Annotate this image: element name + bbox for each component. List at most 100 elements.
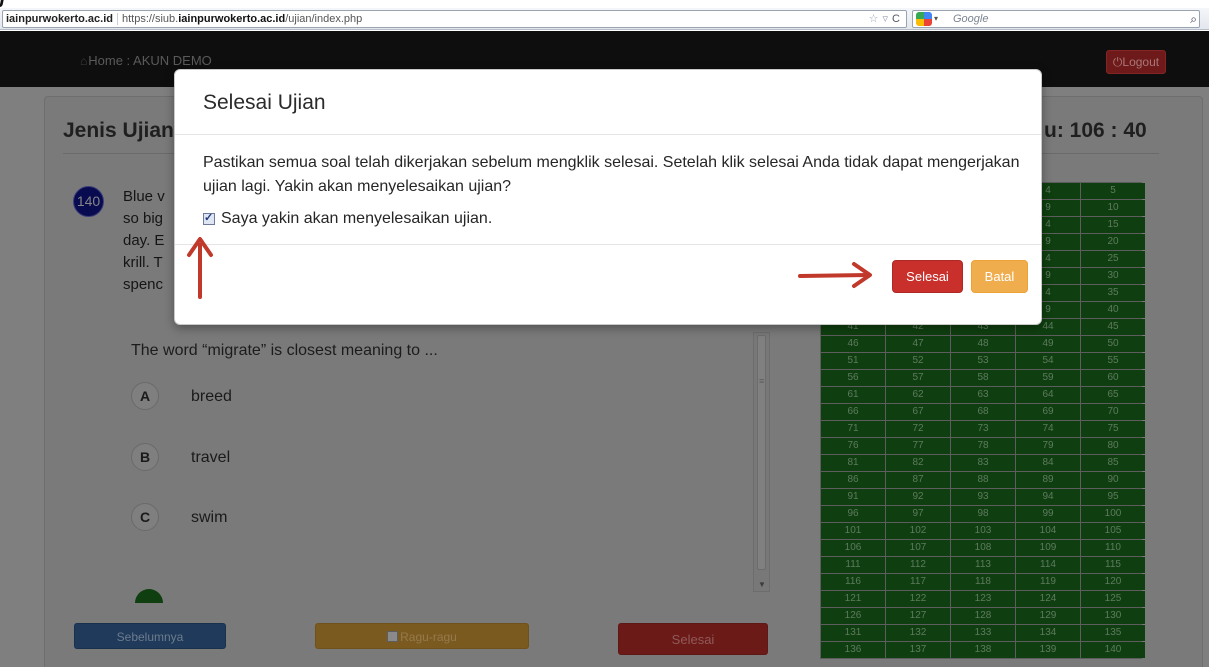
- question-number-cell[interactable]: 138: [951, 642, 1015, 658]
- option-letter[interactable]: A: [131, 382, 159, 410]
- question-number-cell[interactable]: 78: [951, 438, 1015, 454]
- reload-icon[interactable]: C: [892, 13, 900, 25]
- search-icon[interactable]: ⌕: [1190, 11, 1197, 27]
- question-number-cell[interactable]: 135: [1081, 625, 1145, 641]
- question-number-cell[interactable]: 117: [886, 574, 950, 590]
- confirm-row[interactable]: Saya yakin akan menyelesaikan ujian.: [203, 210, 492, 228]
- option-text[interactable]: breed: [191, 388, 232, 406]
- question-number-cell[interactable]: 115: [1081, 557, 1145, 573]
- finish-exam-button[interactable]: Selesai: [618, 623, 768, 655]
- question-number-cell[interactable]: 77: [886, 438, 950, 454]
- question-number-cell[interactable]: 132: [886, 625, 950, 641]
- question-number-cell[interactable]: 92: [886, 489, 950, 505]
- star-icon[interactable]: ☆: [869, 13, 879, 25]
- question-number-cell[interactable]: 57: [886, 370, 950, 386]
- question-number-cell[interactable]: 107: [886, 540, 950, 556]
- question-number-cell[interactable]: 80: [1081, 438, 1145, 454]
- question-number-cell[interactable]: 58: [951, 370, 1015, 386]
- question-number-cell[interactable]: 140: [1081, 642, 1145, 658]
- question-number-cell[interactable]: 62: [886, 387, 950, 403]
- question-number-cell[interactable]: 15: [1081, 217, 1145, 233]
- question-number-cell[interactable]: 118: [951, 574, 1015, 590]
- doubt-button[interactable]: Ragu-ragu: [315, 623, 529, 649]
- confirm-checkbox[interactable]: [203, 211, 215, 225]
- question-number-cell[interactable]: 60: [1081, 370, 1145, 386]
- question-number-cell[interactable]: 133: [951, 625, 1015, 641]
- previous-button[interactable]: Sebelumnya: [74, 623, 226, 649]
- question-number-cell[interactable]: 121: [821, 591, 885, 607]
- question-number-cell[interactable]: 52: [886, 353, 950, 369]
- url-field[interactable]: iainpurwokerto.ac.id https://siub.iainpur…: [2, 10, 907, 28]
- question-number-cell[interactable]: 114: [1016, 557, 1080, 573]
- dropdown-icon[interactable]: ▿: [883, 13, 889, 25]
- option-text[interactable]: travel: [191, 449, 230, 467]
- question-number-cell[interactable]: 40: [1081, 302, 1145, 318]
- question-number-cell[interactable]: 110: [1081, 540, 1145, 556]
- question-number-cell[interactable]: 65: [1081, 387, 1145, 403]
- question-number-cell[interactable]: 71: [821, 421, 885, 437]
- question-number-cell[interactable]: 137: [886, 642, 950, 658]
- question-number-cell[interactable]: 46: [821, 336, 885, 352]
- question-number-cell[interactable]: 45: [1081, 319, 1145, 335]
- question-number-cell[interactable]: 79: [1016, 438, 1080, 454]
- doubt-checkbox[interactable]: [387, 631, 399, 642]
- option-letter[interactable]: B: [131, 443, 159, 471]
- modal-cancel-button[interactable]: Batal: [971, 260, 1028, 293]
- logout-button[interactable]: ⏻Logout: [1106, 50, 1166, 74]
- question-number-cell[interactable]: 103: [951, 523, 1015, 539]
- question-number-cell[interactable]: 30: [1081, 268, 1145, 284]
- question-number-cell[interactable]: 54: [1016, 353, 1080, 369]
- question-number-cell[interactable]: 94: [1016, 489, 1080, 505]
- question-number-cell[interactable]: 48: [951, 336, 1015, 352]
- question-number-cell[interactable]: 124: [1016, 591, 1080, 607]
- question-number-cell[interactable]: 120: [1081, 574, 1145, 590]
- question-number-cell[interactable]: 105: [1081, 523, 1145, 539]
- question-number-cell[interactable]: 88: [951, 472, 1015, 488]
- question-number-cell[interactable]: 96: [821, 506, 885, 522]
- question-number-cell[interactable]: 72: [886, 421, 950, 437]
- question-number-cell[interactable]: 66: [821, 404, 885, 420]
- option-d-partial[interactable]: [135, 589, 163, 603]
- question-number-cell[interactable]: 91: [821, 489, 885, 505]
- question-number-cell[interactable]: 55: [1081, 353, 1145, 369]
- question-number-cell[interactable]: 116: [821, 574, 885, 590]
- question-number-cell[interactable]: 89: [1016, 472, 1080, 488]
- question-number-cell[interactable]: 5: [1081, 183, 1145, 199]
- question-number-cell[interactable]: 99: [1016, 506, 1080, 522]
- question-number-cell[interactable]: 70: [1081, 404, 1145, 420]
- question-number-cell[interactable]: 84: [1016, 455, 1080, 471]
- question-number-cell[interactable]: 131: [821, 625, 885, 641]
- option-letter[interactable]: C: [131, 503, 159, 531]
- question-number-cell[interactable]: 85: [1081, 455, 1145, 471]
- question-number-cell[interactable]: 108: [951, 540, 1015, 556]
- question-number-cell[interactable]: 68: [951, 404, 1015, 420]
- confirm-label[interactable]: Saya yakin akan menyelesaikan ujian.: [221, 210, 492, 228]
- question-number-cell[interactable]: 75: [1081, 421, 1145, 437]
- question-number-cell[interactable]: 10: [1081, 200, 1145, 216]
- question-number-cell[interactable]: 61: [821, 387, 885, 403]
- question-number-cell[interactable]: 130: [1081, 608, 1145, 624]
- option-text[interactable]: swim: [191, 509, 227, 527]
- scroll-down-icon[interactable]: ▼: [758, 580, 766, 589]
- question-number-cell[interactable]: 139: [1016, 642, 1080, 658]
- question-number-cell[interactable]: 69: [1016, 404, 1080, 420]
- question-number-cell[interactable]: 83: [951, 455, 1015, 471]
- question-number-cell[interactable]: 109: [1016, 540, 1080, 556]
- question-number-cell[interactable]: 20: [1081, 234, 1145, 250]
- question-number-cell[interactable]: 113: [951, 557, 1015, 573]
- site-identity[interactable]: iainpurwokerto.ac.id: [6, 13, 118, 25]
- question-number-cell[interactable]: 128: [951, 608, 1015, 624]
- question-number-cell[interactable]: 112: [886, 557, 950, 573]
- question-number-cell[interactable]: 126: [821, 608, 885, 624]
- question-number-cell[interactable]: 82: [886, 455, 950, 471]
- question-number-cell[interactable]: 136: [821, 642, 885, 658]
- question-number-cell[interactable]: 56: [821, 370, 885, 386]
- question-number-cell[interactable]: 59: [1016, 370, 1080, 386]
- question-number-cell[interactable]: 49: [1016, 336, 1080, 352]
- question-number-cell[interactable]: 67: [886, 404, 950, 420]
- question-number-cell[interactable]: 81: [821, 455, 885, 471]
- question-number-cell[interactable]: 86: [821, 472, 885, 488]
- question-number-cell[interactable]: 100: [1081, 506, 1145, 522]
- question-number-cell[interactable]: 97: [886, 506, 950, 522]
- question-number-cell[interactable]: 125: [1081, 591, 1145, 607]
